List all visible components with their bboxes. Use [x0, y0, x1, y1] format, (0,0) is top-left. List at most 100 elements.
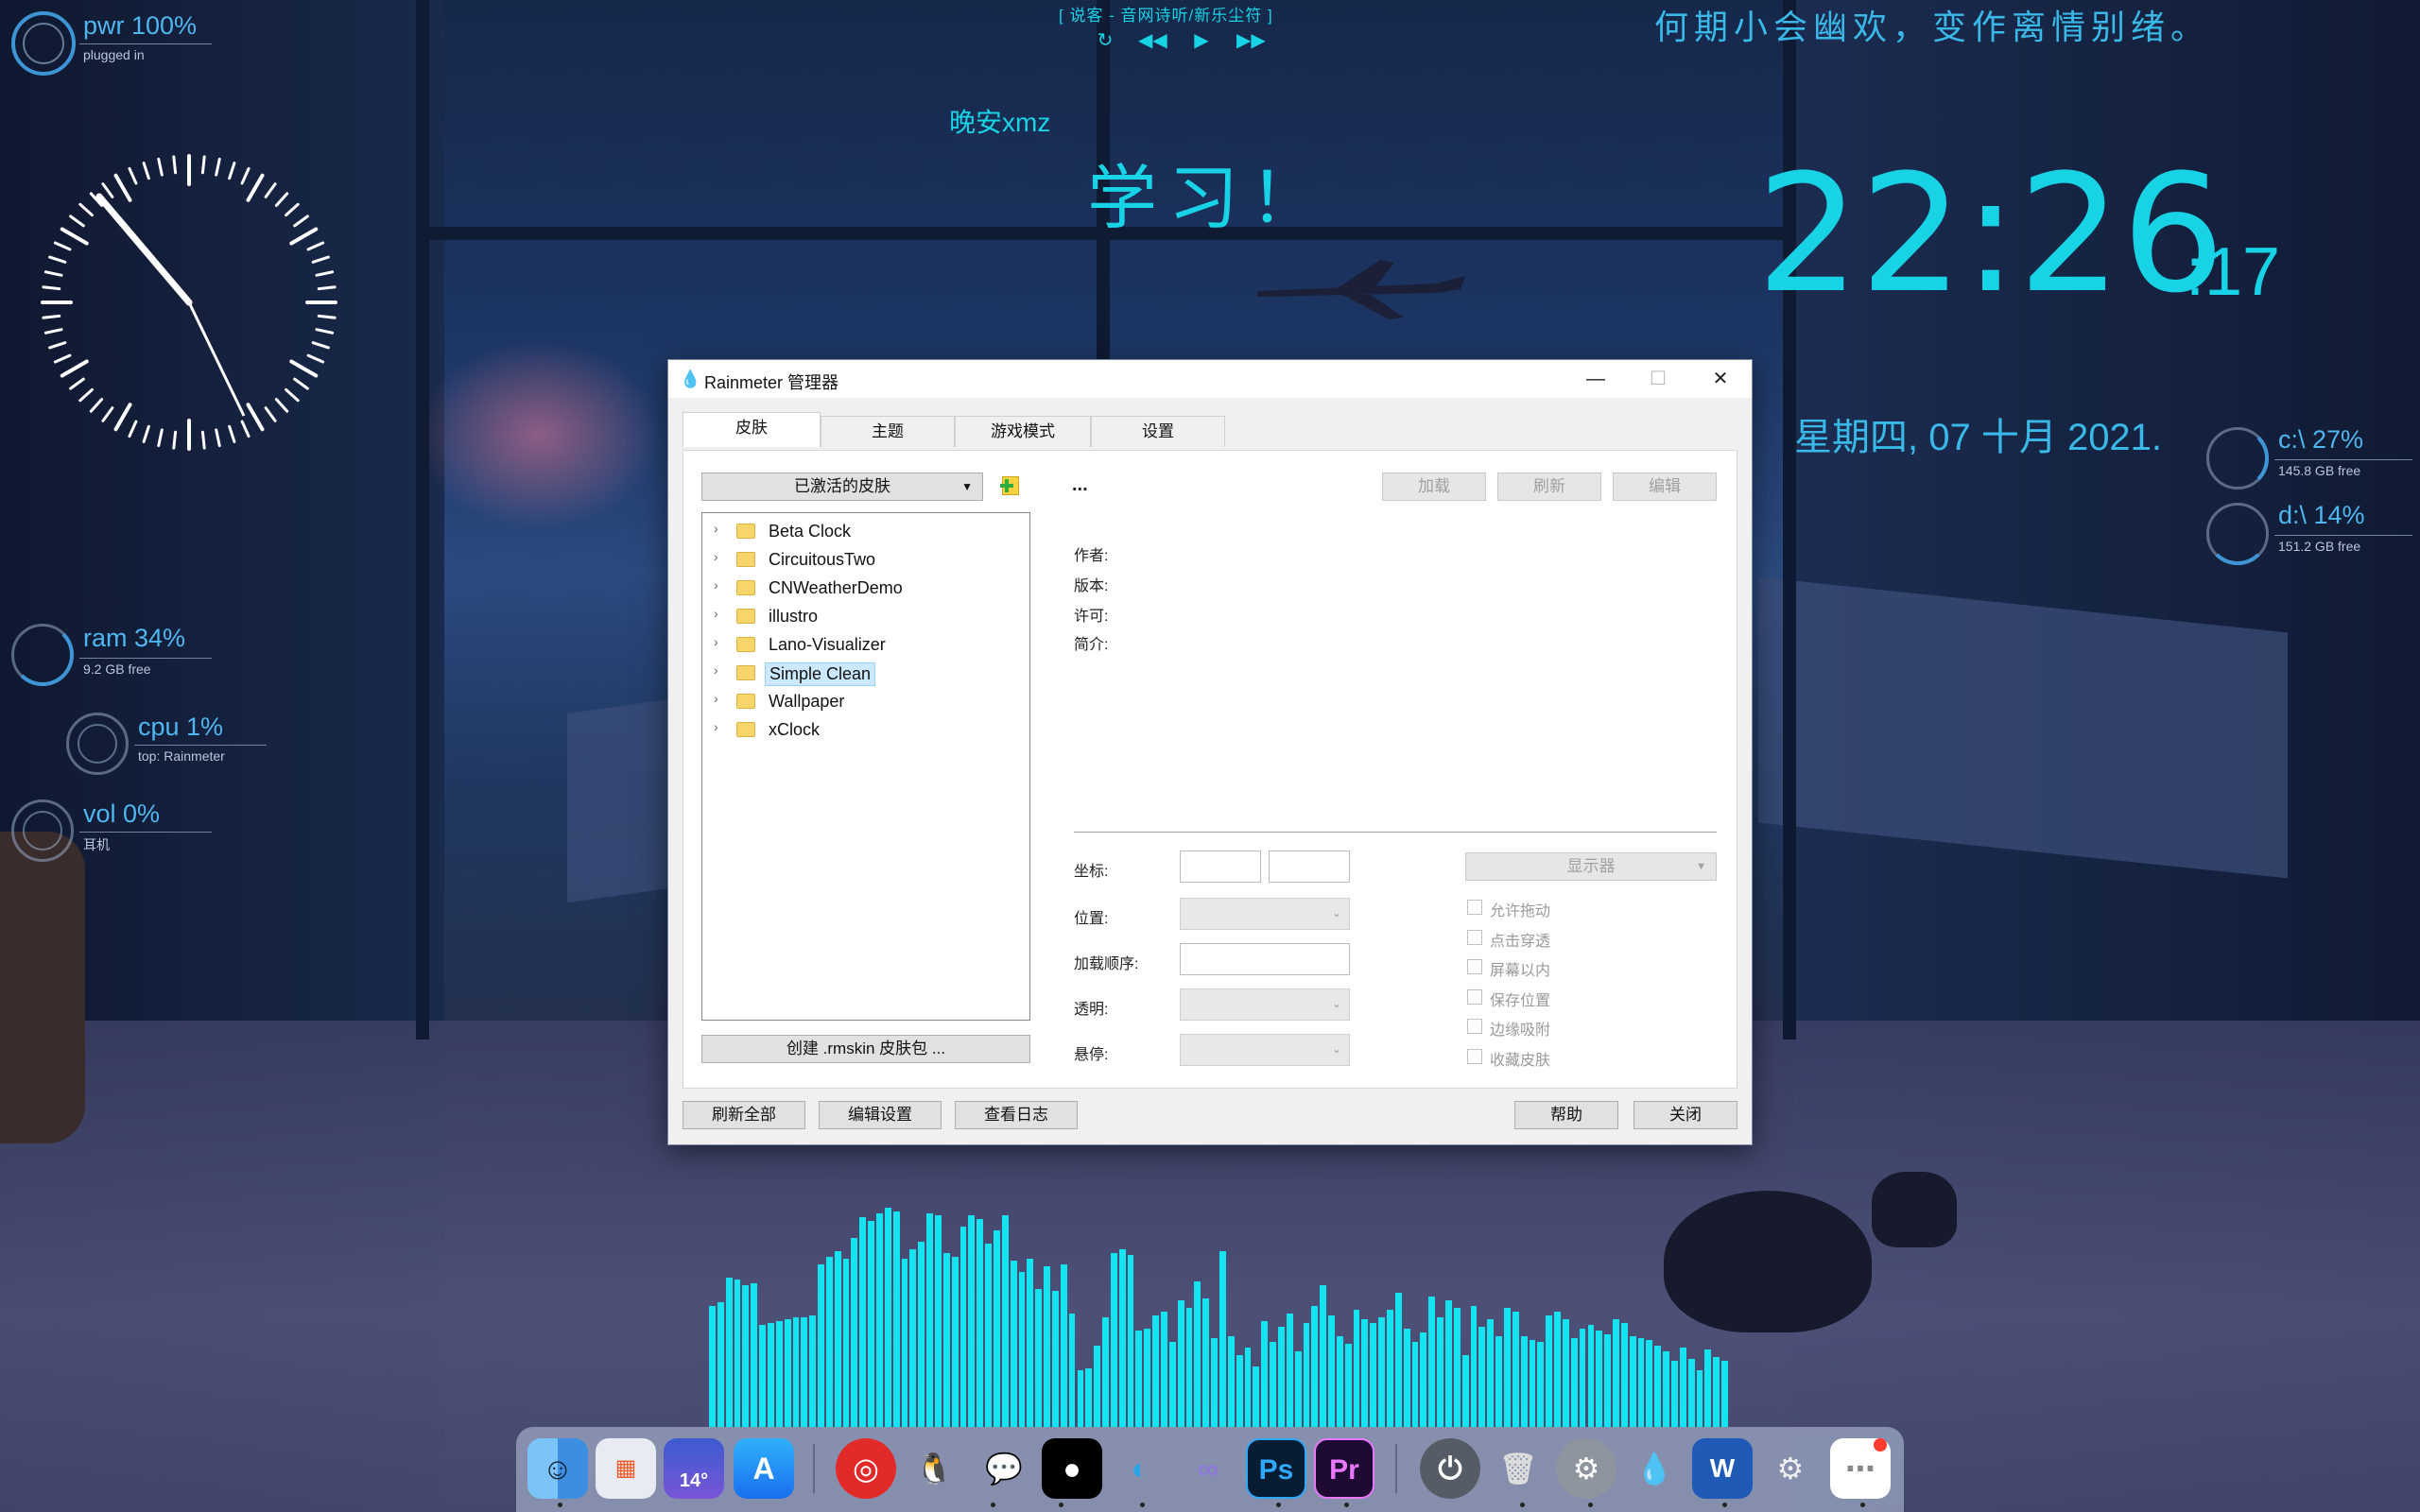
expand-arrow-icon[interactable]: › — [714, 549, 718, 564]
finder-icon[interactable]: ☺ — [527, 1438, 588, 1499]
edge-icon[interactable]: ◐ — [1110, 1438, 1170, 1499]
running-indicator — [991, 1503, 995, 1507]
tab-settings[interactable]: 设置 — [1091, 416, 1225, 447]
qq-icon[interactable]: 🐧 — [904, 1438, 964, 1499]
window-titlebar[interactable]: 💧 Rainmeter 管理器 — ☐ ✕ — [668, 360, 1752, 398]
refresh-button[interactable]: 刷新 — [1497, 472, 1601, 501]
window-title: Rainmeter 管理器 — [704, 373, 839, 392]
visualizer-bar — [1353, 1310, 1360, 1427]
visualizer-bar — [1503, 1308, 1511, 1427]
power-icon[interactable]: ⏻ — [1420, 1438, 1480, 1499]
tree-item[interactable]: › Lano-Visualizer — [702, 630, 1029, 659]
skins-tree[interactable]: › Beta Clock › CircuitousTwo › CNWeatherDemo ›… — [701, 512, 1030, 1021]
expand-arrow-icon[interactable]: › — [714, 606, 718, 621]
tree-item[interactable]: › Simple Clean — [702, 659, 1029, 687]
vol-sub: 耳机 — [83, 837, 110, 852]
tree-item[interactable]: › CNWeatherDemo — [702, 574, 1029, 602]
close-button[interactable]: 关闭 — [1634, 1101, 1737, 1129]
trash-icon[interactable]: 🗑 — [1488, 1438, 1548, 1499]
option-checkbox[interactable] — [1467, 1049, 1482, 1064]
visualizer-bar — [1185, 1308, 1193, 1427]
launchpad-icon[interactable]: ▦ — [596, 1438, 656, 1499]
load-order-field[interactable] — [1180, 943, 1350, 975]
weather-temp: 14° — [679, 1470, 709, 1491]
clock-tick — [60, 359, 89, 378]
tree-item[interactable]: › Beta Clock — [702, 517, 1029, 545]
tab-themes[interactable]: 主题 — [821, 416, 955, 447]
option-checkbox[interactable] — [1467, 988, 1482, 1005]
help-button[interactable]: 帮助 — [1514, 1101, 1618, 1129]
expand-arrow-icon[interactable]: › — [714, 662, 718, 678]
expand-arrow-icon[interactable]: › — [714, 719, 718, 734]
edit-settings-button[interactable]: 编辑设置 — [819, 1101, 942, 1129]
expand-arrow-icon[interactable]: › — [714, 577, 718, 593]
close-window-button[interactable]: ✕ — [1689, 360, 1752, 398]
visualizer-bar — [1696, 1370, 1703, 1427]
digital-clock-seconds: :17 — [2186, 234, 2281, 310]
visualizer-bar — [1387, 1310, 1393, 1427]
play-icon[interactable]: ▶ — [1187, 28, 1216, 52]
drive-c-label: c:\ 27% — [2278, 425, 2364, 454]
display-dropdown[interactable]: 显示器 ▼ — [1465, 852, 1717, 881]
visualizer-bar — [1403, 1329, 1410, 1427]
refresh-all-button[interactable]: 刷新全部 — [683, 1101, 805, 1129]
wechat-icon[interactable]: 💬 — [974, 1438, 1034, 1499]
visualizer-bar — [1286, 1314, 1293, 1427]
word-icon[interactable]: W — [1692, 1438, 1753, 1499]
system-preferences-icon[interactable]: ⚙ — [1556, 1438, 1616, 1499]
edit-button[interactable]: 编辑 — [1613, 472, 1717, 501]
expand-arrow-icon[interactable]: › — [714, 521, 718, 536]
running-indicator — [1860, 1503, 1865, 1507]
option-checkbox[interactable] — [1467, 1019, 1482, 1035]
option-checkbox[interactable] — [1467, 900, 1482, 915]
skins-dropdown[interactable]: 已激活的皮肤 ▼ — [701, 472, 983, 501]
expand-arrow-icon[interactable]: › — [714, 634, 718, 649]
visualizer-bar — [1311, 1306, 1319, 1427]
visualizer-bar — [1420, 1332, 1427, 1427]
loop-icon[interactable]: ↻ — [1091, 28, 1119, 52]
hover-dropdown[interactable]: ⌄ — [1180, 1034, 1350, 1066]
tree-item[interactable]: › Wallpaper — [702, 687, 1029, 715]
visualizer-bar — [1277, 1327, 1285, 1427]
vol-ring-inner — [23, 811, 62, 850]
position-label: 位置: — [1074, 911, 1109, 927]
tree-item[interactable]: › illustro — [702, 602, 1029, 630]
tree-item[interactable]: › xClock — [702, 715, 1029, 744]
visualizer-bar — [1236, 1355, 1243, 1427]
visualizer-bar — [1537, 1342, 1545, 1427]
add-skin-icon[interactable] — [998, 474, 1023, 499]
tree-item[interactable]: › CircuitousTwo — [702, 545, 1029, 574]
expand-arrow-icon[interactable]: › — [714, 691, 718, 706]
visualizer-bar — [1152, 1315, 1160, 1427]
minimize-button[interactable]: — — [1564, 360, 1627, 398]
transparency-dropdown[interactable]: ⌄ — [1180, 988, 1350, 1021]
weather-icon[interactable]: 14° — [664, 1438, 724, 1499]
coord-x-field[interactable] — [1180, 850, 1261, 883]
running-indicator — [1588, 1503, 1593, 1507]
visualizer-bar — [968, 1215, 976, 1427]
tab-skins[interactable]: 皮肤 — [683, 412, 821, 447]
drive-d-sub: 151.2 GB free — [2278, 539, 2361, 554]
netease-music-icon[interactable]: ◎ — [836, 1438, 896, 1499]
position-dropdown[interactable]: ⌄ — [1180, 898, 1350, 930]
visualizer-bar — [1394, 1293, 1402, 1427]
maximize-button[interactable]: ☐ — [1627, 360, 1689, 398]
create-rmskin-button[interactable]: 创建 .rmskin 皮肤包 ... — [701, 1035, 1030, 1063]
premiere-icon[interactable]: Pr — [1314, 1438, 1374, 1499]
notion-icon[interactable]: ● — [1042, 1438, 1102, 1499]
photoshop-icon[interactable]: Ps — [1246, 1438, 1306, 1499]
option-checkbox[interactable] — [1467, 959, 1482, 975]
clock-tick — [228, 424, 236, 443]
coord-y-field[interactable] — [1269, 850, 1350, 883]
prev-icon[interactable]: ◀◀ — [1138, 28, 1167, 52]
app-store-icon[interactable]: A — [734, 1438, 794, 1499]
visualizer-bar — [1060, 1264, 1067, 1427]
rainmeter-icon[interactable]: 💧 — [1624, 1438, 1685, 1499]
option-checkbox[interactable] — [1467, 929, 1482, 945]
settings-icon[interactable]: ⚙ — [1760, 1438, 1821, 1499]
next-icon[interactable]: ▶▶ — [1236, 28, 1266, 52]
load-button[interactable]: 加载 — [1382, 472, 1486, 501]
tab-game-mode[interactable]: 游戏模式 — [955, 416, 1091, 447]
view-log-button[interactable]: 查看日志 — [955, 1101, 1078, 1129]
infinity-icon[interactable]: ∞ — [1178, 1438, 1238, 1499]
